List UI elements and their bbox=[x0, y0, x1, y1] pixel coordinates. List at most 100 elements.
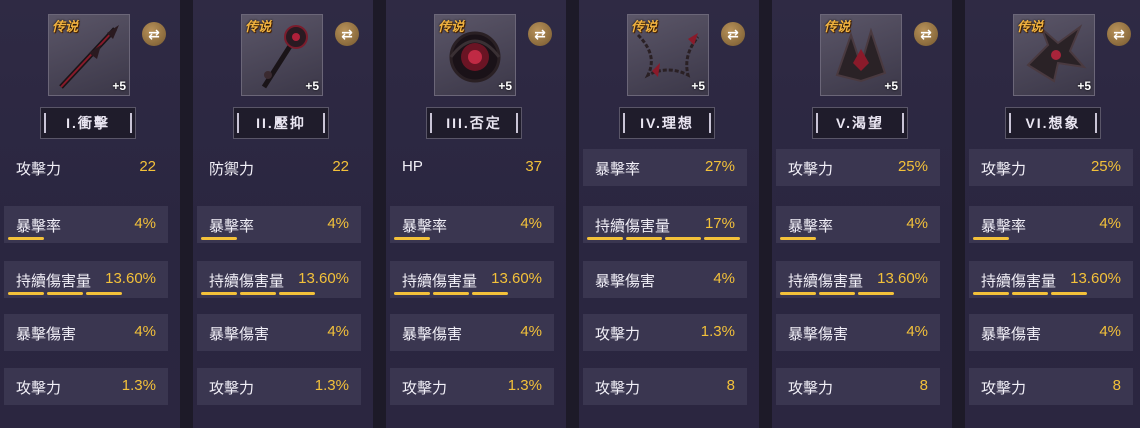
sub-stat-label: 持續傷害量 bbox=[595, 218, 671, 235]
sub-stat-row: 暴擊傷害 4% bbox=[776, 314, 940, 351]
column-divider bbox=[759, 0, 772, 428]
main-stat-label: HP bbox=[402, 158, 423, 175]
sub-stat-label: 持續傷害量 bbox=[16, 273, 92, 290]
card-name: II.壓抑 bbox=[233, 107, 329, 139]
main-stat-label: 攻擊力 bbox=[16, 161, 62, 178]
sub-stat-label: 暴擊傷害 bbox=[16, 326, 77, 343]
card-name: VI.想象 bbox=[1005, 107, 1101, 139]
sub-stat-row: 攻擊力 1.3% bbox=[390, 368, 554, 405]
roll-bar-segment bbox=[433, 292, 469, 295]
roll-bar-segment bbox=[86, 292, 122, 295]
sub-stat-row: 暴擊傷害 4% bbox=[583, 261, 747, 298]
sub-stat-label: 暴擊傷害 bbox=[788, 326, 849, 343]
roll-bar-segment bbox=[587, 237, 623, 240]
weapon-icon-frame[interactable]: 传说 +5 bbox=[434, 14, 516, 96]
sub-stat-row: 攻擊力 8 bbox=[969, 368, 1133, 405]
sub-stat-label: 持續傷害量 bbox=[209, 273, 285, 290]
roll-bars bbox=[973, 292, 1129, 295]
weapon-icon-frame[interactable]: 传说 +5 bbox=[627, 14, 709, 96]
sub-stat-row: 持續傷害量 13.60% bbox=[776, 261, 940, 298]
swap-icon[interactable]: ⇄ bbox=[721, 22, 745, 46]
card-name: V.渴望 bbox=[812, 107, 908, 139]
sub-stat-value: 4% bbox=[520, 323, 542, 340]
swap-icon[interactable]: ⇄ bbox=[335, 22, 359, 46]
column-divider bbox=[952, 0, 965, 428]
roll-bars bbox=[8, 292, 164, 295]
sub-stat-label: 暴擊率 bbox=[209, 218, 255, 235]
sub-stat-label: 暴擊傷害 bbox=[595, 273, 656, 290]
sub-stat-value: 1.3% bbox=[121, 377, 156, 394]
main-stat-row: 暴擊率 27% bbox=[583, 149, 747, 186]
main-stat-value: 22 bbox=[332, 158, 349, 175]
roll-bar-segment bbox=[394, 237, 430, 240]
sub-stat-row: 暴擊率 4% bbox=[390, 206, 554, 243]
level-badge: +5 bbox=[112, 79, 126, 93]
main-stat-row: HP 37 bbox=[390, 149, 554, 186]
level-badge: +5 bbox=[305, 79, 319, 93]
swap-icon[interactable]: ⇄ bbox=[914, 22, 938, 46]
sub-stat-label: 暴擊率 bbox=[788, 218, 834, 235]
sub-stat-value: 4% bbox=[327, 215, 349, 232]
sub-stat-label: 暴擊率 bbox=[402, 218, 448, 235]
sub-stat-label: 攻擊力 bbox=[595, 326, 641, 343]
roll-bar-segment bbox=[704, 237, 740, 240]
roll-bars bbox=[8, 237, 164, 240]
sub-stat-row: 攻擊力 1.3% bbox=[197, 368, 361, 405]
weapon-icon-frame[interactable]: 传说 +5 bbox=[820, 14, 902, 96]
sub-stat-row: 暴擊率 4% bbox=[776, 206, 940, 243]
roll-bars bbox=[587, 399, 743, 402]
roll-bar-segment bbox=[201, 292, 237, 295]
roll-bars bbox=[201, 399, 357, 402]
memory-card: 传说 +5 ⇄ III.否定 HP 37 暴擊率 4% 持續傷害量 13.60%… bbox=[386, 0, 566, 428]
roll-bar-segment bbox=[201, 237, 237, 240]
roll-bar-segment bbox=[8, 237, 44, 240]
sub-stat-value: 17% bbox=[704, 215, 735, 232]
roll-bars bbox=[201, 345, 357, 348]
sub-stat-row: 攻擊力 1.3% bbox=[4, 368, 168, 405]
roll-bar-segment bbox=[472, 292, 508, 295]
roll-bars bbox=[780, 237, 936, 240]
rarity-label: 传说 bbox=[824, 20, 851, 35]
roll-bar-segment bbox=[780, 292, 816, 295]
roll-bars bbox=[587, 237, 743, 240]
memory-card: 传说 +5 ⇄ VI.想象 攻擊力 25% 暴擊率 4% 持續傷害量 13.60… bbox=[965, 0, 1140, 428]
roll-bars bbox=[394, 292, 550, 295]
main-stat-label: 攻擊力 bbox=[788, 161, 834, 178]
main-stat-value: 27% bbox=[704, 158, 735, 175]
sub-stat-row: 攻擊力 8 bbox=[583, 368, 747, 405]
sub-stat-value: 8 bbox=[919, 377, 928, 394]
card-name: IV.理想 bbox=[619, 107, 715, 139]
sub-stat-value: 13.60% bbox=[491, 270, 542, 287]
swap-icon[interactable]: ⇄ bbox=[1107, 22, 1131, 46]
level-badge: +5 bbox=[691, 79, 705, 93]
weapon-icon-frame[interactable]: 传说 +5 bbox=[1013, 14, 1095, 96]
column-divider bbox=[566, 0, 579, 428]
roll-bar-segment bbox=[780, 237, 816, 240]
roll-bar-segment bbox=[973, 237, 1009, 240]
roll-bar-segment bbox=[858, 292, 894, 295]
sub-stat-value: 4% bbox=[906, 215, 928, 232]
roll-bars bbox=[780, 345, 936, 348]
roll-bars bbox=[8, 345, 164, 348]
swap-icon[interactable]: ⇄ bbox=[142, 22, 166, 46]
level-badge: +5 bbox=[498, 79, 512, 93]
main-stat-row: 防禦力 22 bbox=[197, 149, 361, 186]
roll-bars bbox=[394, 237, 550, 240]
swap-icon[interactable]: ⇄ bbox=[528, 22, 552, 46]
sub-stat-row: 持續傷害量 13.60% bbox=[4, 261, 168, 298]
sub-stat-label: 持續傷害量 bbox=[402, 273, 478, 290]
rarity-label: 传说 bbox=[245, 20, 272, 35]
weapon-icon-frame[interactable]: 传说 +5 bbox=[48, 14, 130, 96]
sub-stat-row: 持續傷害量 17% bbox=[583, 206, 747, 243]
memory-card: 传说 +5 ⇄ V.渴望 攻擊力 25% 暴擊率 4% 持續傷害量 13.60%… bbox=[772, 0, 952, 428]
weapon-icon-frame[interactable]: 传说 +5 bbox=[241, 14, 323, 96]
sub-stat-row: 暴擊傷害 4% bbox=[4, 314, 168, 351]
main-stat-value: 25% bbox=[1090, 158, 1121, 175]
level-badge: +5 bbox=[884, 79, 898, 93]
sub-stat-value: 8 bbox=[726, 377, 735, 394]
sub-stat-value: 1.3% bbox=[507, 377, 542, 394]
roll-bar-segment bbox=[665, 237, 701, 240]
sub-stat-label: 攻擊力 bbox=[16, 380, 62, 397]
sub-stat-value: 4% bbox=[134, 323, 156, 340]
sub-stat-value: 1.3% bbox=[314, 377, 349, 394]
